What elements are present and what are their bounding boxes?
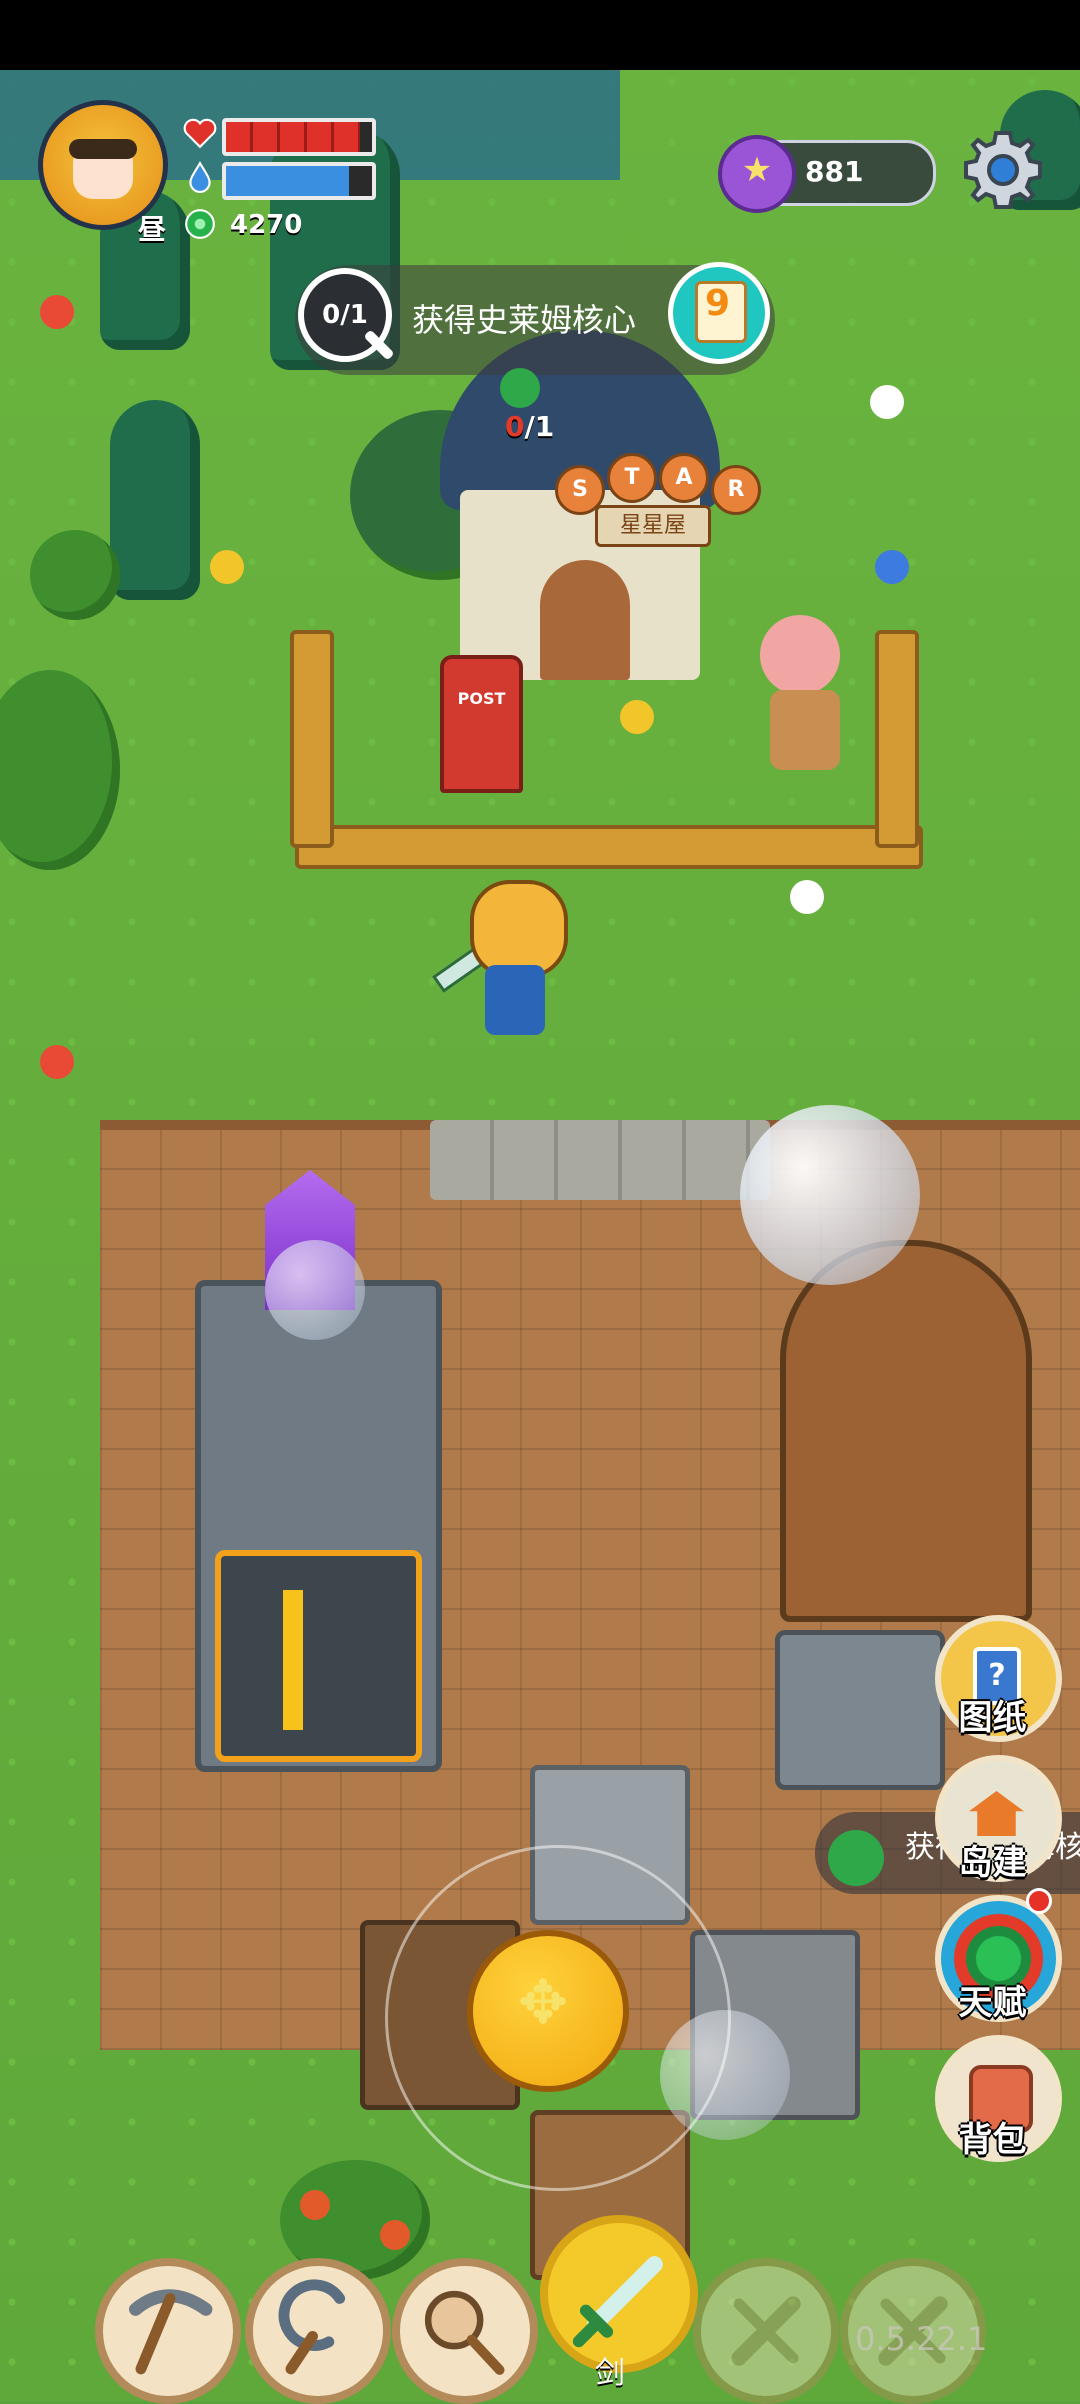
clover-count-current: 0 (505, 410, 525, 443)
sign-letter: R (711, 465, 761, 515)
flower (40, 1045, 74, 1079)
avatar-goggles (69, 139, 137, 159)
wooden-fence (875, 630, 919, 848)
floating-bubble[interactable] (740, 1105, 920, 1285)
star-shop-sign: S T A R 星星屋 (555, 453, 761, 547)
mana-bar (222, 162, 376, 200)
house-door[interactable] (540, 560, 630, 680)
mana-bar-fill (226, 166, 349, 196)
post-box[interactable]: POST (440, 655, 523, 793)
apple (380, 2220, 410, 2250)
flower (210, 550, 244, 584)
apple (300, 2190, 330, 2220)
npc-pink-girl[interactable] (750, 615, 860, 785)
gem-count: 4270 (230, 210, 303, 240)
clover-count: 0/1 (505, 410, 554, 443)
crafting-machine[interactable] (775, 1630, 945, 1790)
wooden-fence (290, 630, 334, 848)
mana-drop-icon (189, 161, 211, 193)
house-icon (969, 1791, 1024, 1836)
clover-count-total: /1 (524, 410, 555, 443)
version-label: 0.5.22.1 (855, 2320, 988, 2358)
sign-letter: A (659, 453, 709, 503)
status-bar-area (0, 0, 1080, 70)
player-head (470, 880, 568, 978)
npc-body (770, 690, 840, 770)
heart-icon (183, 118, 217, 149)
clover-icon (500, 368, 540, 408)
blueprint-label: 图纸 (958, 1698, 1027, 1738)
clover-icon (828, 1830, 884, 1886)
post-label: POST (457, 689, 506, 708)
quest-title: 获得史莱姆核心 (412, 301, 637, 339)
island-build-label: 岛建 (958, 1843, 1027, 1883)
sign-board: 星星屋 (595, 505, 711, 547)
sickle-icon (278, 2279, 346, 2375)
pickaxe-icon (129, 2289, 213, 2375)
time-of-day-label: 昼 (138, 213, 167, 246)
talent-label: 天赋 (958, 1983, 1027, 2023)
purple-star-coin-icon: ★ (718, 135, 796, 213)
flower (790, 880, 824, 914)
forge-furnace (215, 1550, 422, 1762)
quest-note-icon[interactable]: 9 (668, 262, 770, 364)
grass-bush (0, 670, 120, 870)
flower (40, 295, 74, 329)
tool-slot-net[interactable] (392, 2258, 538, 2404)
flower (875, 550, 909, 584)
locked-slot-icon (731, 2296, 801, 2366)
pine-tree (110, 400, 200, 600)
health-bar (222, 118, 376, 156)
player-character (432, 880, 580, 1060)
backpack-label: 背包 (958, 2120, 1027, 2160)
flower (870, 385, 904, 419)
tool-slot-pickaxe[interactable] (95, 2258, 241, 2404)
grass-bush (30, 530, 120, 620)
green-gem-icon (185, 209, 215, 239)
npc-head (760, 615, 840, 695)
tool-slot-locked (693, 2258, 839, 2404)
stone-steps (430, 1120, 770, 1200)
floating-bubble[interactable] (265, 1240, 365, 1340)
selected-tool-label: 剑 (595, 2356, 625, 2391)
player-body (485, 965, 545, 1035)
log-cabin-workshop[interactable] (780, 1240, 1032, 1622)
move-arrows-icon: ✥ (517, 1968, 569, 2038)
sword-icon (572, 2256, 663, 2348)
bug-net-icon (424, 2290, 505, 2375)
health-bar-fill (226, 122, 361, 152)
gear-icon[interactable] (958, 125, 1048, 215)
notification-dot (1026, 1888, 1052, 1914)
currency-value: 881 (805, 155, 864, 188)
note-number: 9 (705, 283, 731, 324)
tool-slot-sickle[interactable] (245, 2258, 391, 2404)
wooden-fence (295, 825, 923, 869)
sign-letter: T (607, 453, 657, 503)
molten-metal (283, 1590, 303, 1730)
